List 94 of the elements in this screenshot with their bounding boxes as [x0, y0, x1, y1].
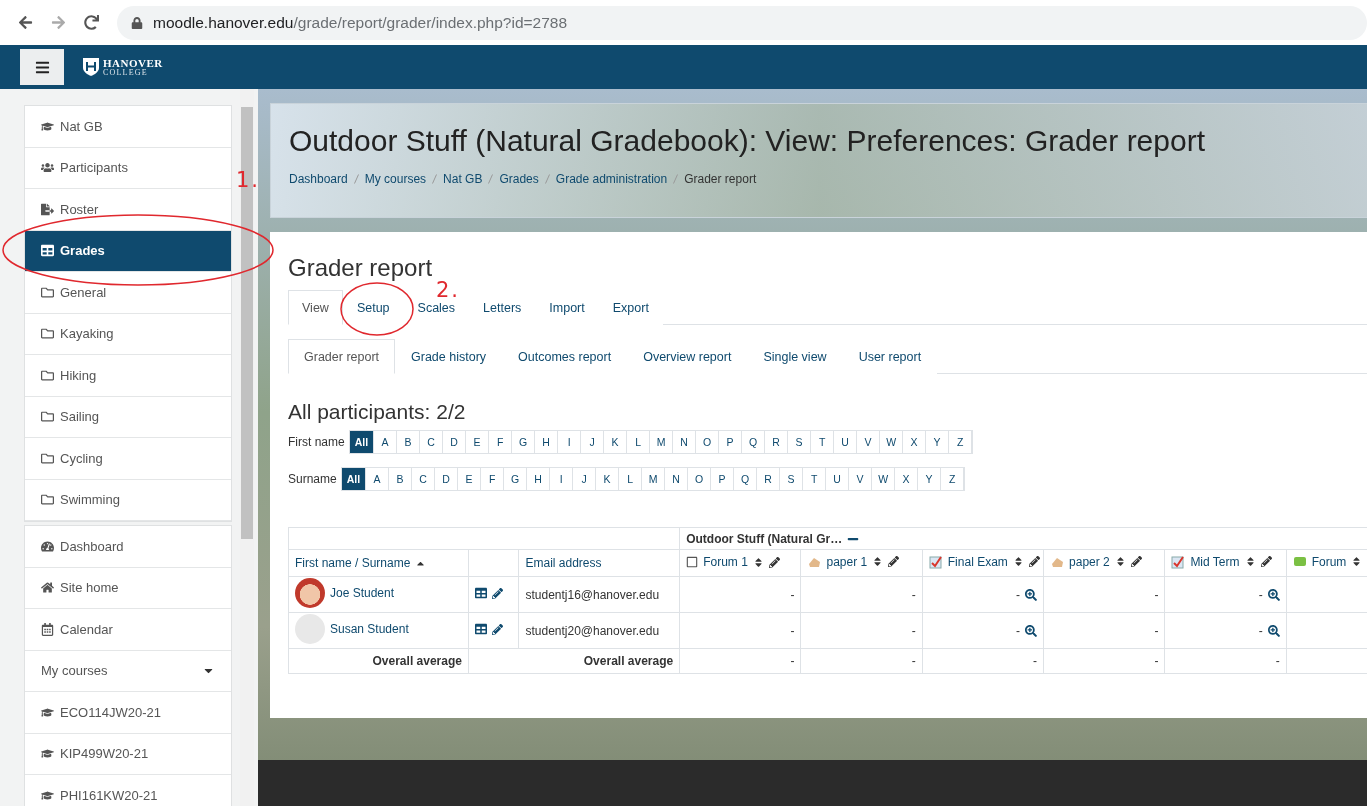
folder-icon — [41, 410, 54, 424]
home-icon — [41, 581, 54, 595]
edit-icon[interactable] — [888, 556, 900, 567]
folder-icon — [41, 493, 54, 507]
grade-value: - — [1033, 654, 1038, 668]
sort-icon[interactable] — [1114, 556, 1126, 567]
sidebar-item[interactable]: Grades — [25, 230, 231, 272]
average-label: Overall average — [583, 654, 674, 668]
grade-value: - — [1154, 654, 1159, 668]
menu-button[interactable] — [20, 49, 64, 85]
report-tab[interactable]: Grader report — [288, 339, 396, 374]
grade-value: - — [911, 587, 916, 602]
zoom-in-icon[interactable] — [1025, 588, 1038, 601]
sort-icon[interactable] — [872, 556, 884, 567]
sort-icon[interactable] — [1244, 556, 1256, 567]
folder-icon — [41, 368, 54, 382]
zoom-in-icon[interactable] — [1025, 624, 1038, 637]
lock-icon — [131, 16, 143, 29]
breadcrumb-link[interactable]: Nat GB — [443, 172, 483, 186]
grade-value: - — [790, 654, 795, 668]
table-icon[interactable] — [474, 623, 487, 635]
grade-value: - — [1016, 587, 1021, 602]
users-icon — [41, 161, 54, 175]
default-avatar — [295, 614, 325, 644]
checkbox-icon — [686, 556, 699, 568]
email-cell: studentj16@hanover.edu — [525, 587, 660, 602]
edit-icon[interactable] — [491, 587, 503, 599]
slash-separator — [488, 174, 494, 184]
zoom-in-icon[interactable] — [1267, 588, 1280, 601]
slash-separator — [673, 174, 679, 184]
average-label: Overall average — [372, 654, 462, 668]
participants-heading: All participants: 2/2 — [288, 400, 467, 424]
edit-icon[interactable] — [1028, 556, 1040, 567]
logo-subtext: COLLEGE — [103, 68, 149, 77]
grade-value: - — [1016, 623, 1021, 638]
folder-icon — [41, 327, 54, 341]
slash-separator — [544, 174, 550, 184]
menu-icon — [34, 59, 50, 75]
grade-value: - — [911, 654, 916, 668]
slash-separator — [353, 174, 359, 184]
calendar-icon — [41, 622, 54, 636]
url-host: moodle.hanover.edu — [153, 13, 294, 31]
sort-icon[interactable] — [1351, 556, 1363, 567]
breadcrumb-link[interactable]: Grade administration — [555, 172, 668, 186]
back-icon[interactable] — [18, 15, 33, 30]
folder-icon — [41, 451, 54, 465]
edit-icon[interactable] — [491, 623, 503, 635]
table-icon[interactable] — [474, 587, 487, 599]
reload-icon[interactable] — [84, 15, 99, 30]
grade-value: - — [790, 623, 795, 638]
student-name-link[interactable]: Susan Student — [330, 622, 409, 636]
grade-value: - — [1154, 623, 1159, 638]
grade-value: - — [790, 587, 795, 602]
breadcrumb-link[interactable]: My courses — [364, 172, 427, 186]
column-header-link[interactable]: Forum 1 — [703, 555, 748, 569]
page-title: Outdoor Stuff (Natural Gradebook): View: Preferences: Grader report — [289, 124, 1206, 158]
tab[interactable]: View — [288, 290, 343, 325]
letter-filter[interactable]: All — [349, 431, 375, 453]
breadcrumb-link[interactable]: Grades — [499, 172, 539, 186]
table-icon — [41, 244, 54, 258]
edit-icon[interactable] — [768, 556, 780, 568]
student-name-link[interactable]: Joe Student — [330, 586, 395, 600]
breadcrumb-link[interactable]: Dashboard — [289, 172, 348, 186]
address-bar[interactable]: moodle.hanover.edu/grade/report/grader/index.php?id=2788 — [117, 5, 1367, 40]
column-header-link[interactable]: paper 1 — [826, 554, 868, 569]
edit-icon[interactable] — [1260, 556, 1272, 567]
email-cell: studentj20@hanover.edu — [525, 623, 660, 638]
edit-icon[interactable] — [1130, 556, 1142, 567]
speech-bubble-icon — [1292, 554, 1307, 569]
filter-label: Surname — [288, 472, 337, 486]
quiz-icon — [1171, 554, 1186, 569]
grade-value: - — [911, 623, 916, 638]
sort-icon[interactable] — [752, 556, 764, 568]
shield-icon — [82, 57, 100, 77]
annotation-number: 1. — [236, 168, 261, 192]
section-heading: Grader report — [288, 254, 434, 282]
grade-value: - — [1258, 623, 1263, 638]
folder-icon — [41, 285, 54, 299]
grade-value: - — [1275, 654, 1280, 668]
grade-value: - — [1258, 587, 1263, 602]
quiz-icon — [928, 554, 943, 569]
logo-text: HANOVER — [103, 57, 163, 69]
avatar-picture — [295, 578, 325, 608]
url-path: /grade/report/grader/index.php?id=2788 — [293, 13, 568, 31]
filter-label: First name — [288, 435, 345, 449]
gauge-icon — [41, 539, 54, 553]
slash-separator — [432, 174, 438, 184]
zoom-in-icon[interactable] — [1267, 624, 1280, 637]
grade-value: - — [1154, 587, 1159, 602]
document-icon — [41, 202, 54, 216]
breadcrumb-link[interactable]: Grader report — [684, 172, 757, 186]
letter-filter[interactable]: All — [341, 468, 367, 490]
column-header-link[interactable]: paper 2 — [1069, 554, 1110, 569]
category-header: Outdoor Stuff (Natural Gr… — [686, 531, 843, 546]
